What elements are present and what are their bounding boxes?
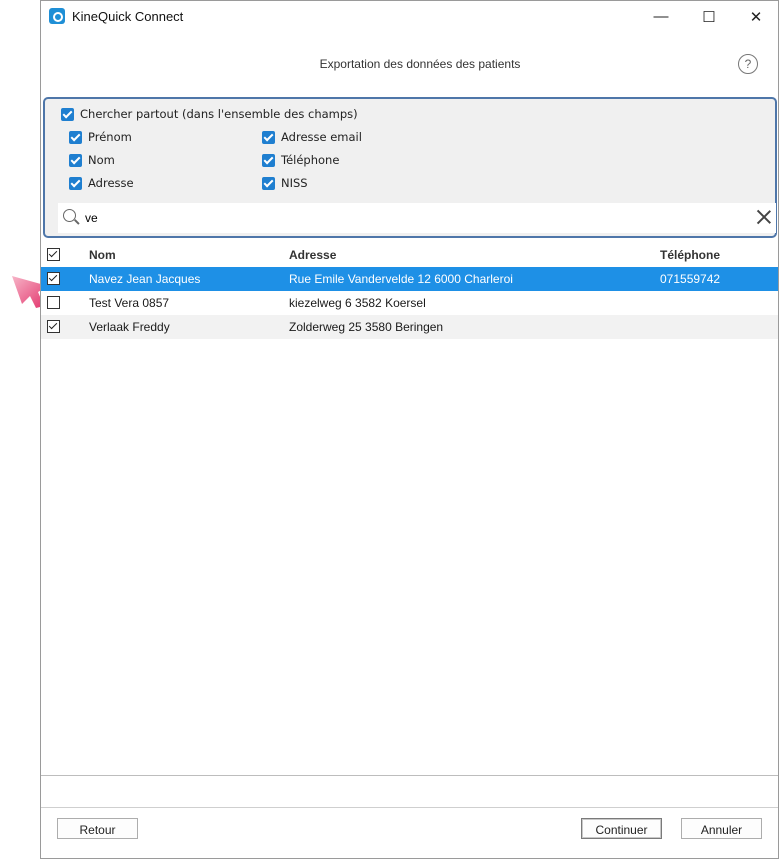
continue-button[interactable]: Continuer	[581, 818, 662, 839]
niss-label: NISS	[281, 176, 308, 190]
search-icon	[63, 209, 76, 222]
row-adresse: Zolderweg 25 3580 Beringen	[289, 320, 444, 334]
telephone-label: Téléphone	[281, 153, 340, 167]
prenom-checkbox[interactable]	[69, 131, 82, 144]
nom-checkbox[interactable]	[69, 154, 82, 167]
table-row[interactable]: Test Vera 0857 kiezelweg 6 3582 Koersel	[41, 291, 778, 315]
column-header-adresse[interactable]: Adresse	[289, 248, 336, 262]
title-bar: KineQuick Connect — ☐ ✕	[41, 1, 778, 32]
nom-label: Nom	[88, 153, 115, 167]
footer-divider	[41, 807, 778, 808]
app-window: KineQuick Connect — ☐ ✕ Exportation des …	[40, 0, 779, 859]
search-everywhere-label: Chercher partout (dans l'ensemble des ch…	[80, 107, 358, 121]
minimize-button[interactable]: —	[638, 1, 684, 32]
kinequick-logo-icon	[49, 8, 65, 24]
help-icon[interactable]: ?	[738, 54, 758, 74]
row-checkbox[interactable]	[47, 320, 60, 333]
page-title: Exportation des données des patients	[319, 57, 521, 71]
patients-grid: Nom Adresse Téléphone Navez Jean Jacques…	[41, 243, 778, 776]
table-row[interactable]: Verlaak Freddy Zolderweg 25 3580 Beringe…	[41, 315, 778, 339]
telephone-checkbox[interactable]	[262, 154, 275, 167]
row-nom: Test Vera 0857	[89, 296, 170, 310]
prenom-label: Prénom	[88, 130, 132, 144]
search-everywhere-checkbox[interactable]	[61, 108, 74, 121]
filter-panel: Chercher partout (dans l'ensemble des ch…	[43, 97, 777, 238]
row-adresse: Rue Emile Vandervelde 12 6000 Charleroi	[289, 272, 513, 286]
adresse-label: Adresse	[88, 176, 134, 190]
column-header-telephone[interactable]: Téléphone	[660, 248, 720, 262]
adresse-checkbox[interactable]	[69, 177, 82, 190]
row-nom: Navez Jean Jacques	[89, 272, 201, 286]
select-all-checkbox[interactable]	[47, 248, 60, 261]
clear-search-icon[interactable]	[756, 209, 772, 225]
window-title: KineQuick Connect	[72, 9, 184, 24]
row-checkbox[interactable]	[47, 272, 60, 285]
email-checkbox[interactable]	[262, 131, 275, 144]
grid-header: Nom Adresse Téléphone	[41, 243, 778, 267]
row-adresse: kiezelweg 6 3582 Koersel	[289, 296, 426, 310]
search-box	[58, 203, 776, 233]
cancel-button[interactable]: Annuler	[681, 818, 762, 839]
search-input[interactable]	[85, 209, 685, 227]
niss-checkbox[interactable]	[262, 177, 275, 190]
column-header-nom[interactable]: Nom	[89, 248, 116, 262]
back-button[interactable]: Retour	[57, 818, 138, 839]
row-checkbox[interactable]	[47, 296, 60, 309]
row-telephone: 071559742	[660, 272, 721, 286]
email-label: Adresse email	[281, 130, 362, 144]
close-button[interactable]: ✕	[733, 1, 779, 32]
table-row[interactable]: Navez Jean Jacques Rue Emile Vandervelde…	[41, 267, 778, 291]
maximize-button[interactable]: ☐	[686, 1, 732, 32]
row-nom: Verlaak Freddy	[89, 320, 170, 334]
